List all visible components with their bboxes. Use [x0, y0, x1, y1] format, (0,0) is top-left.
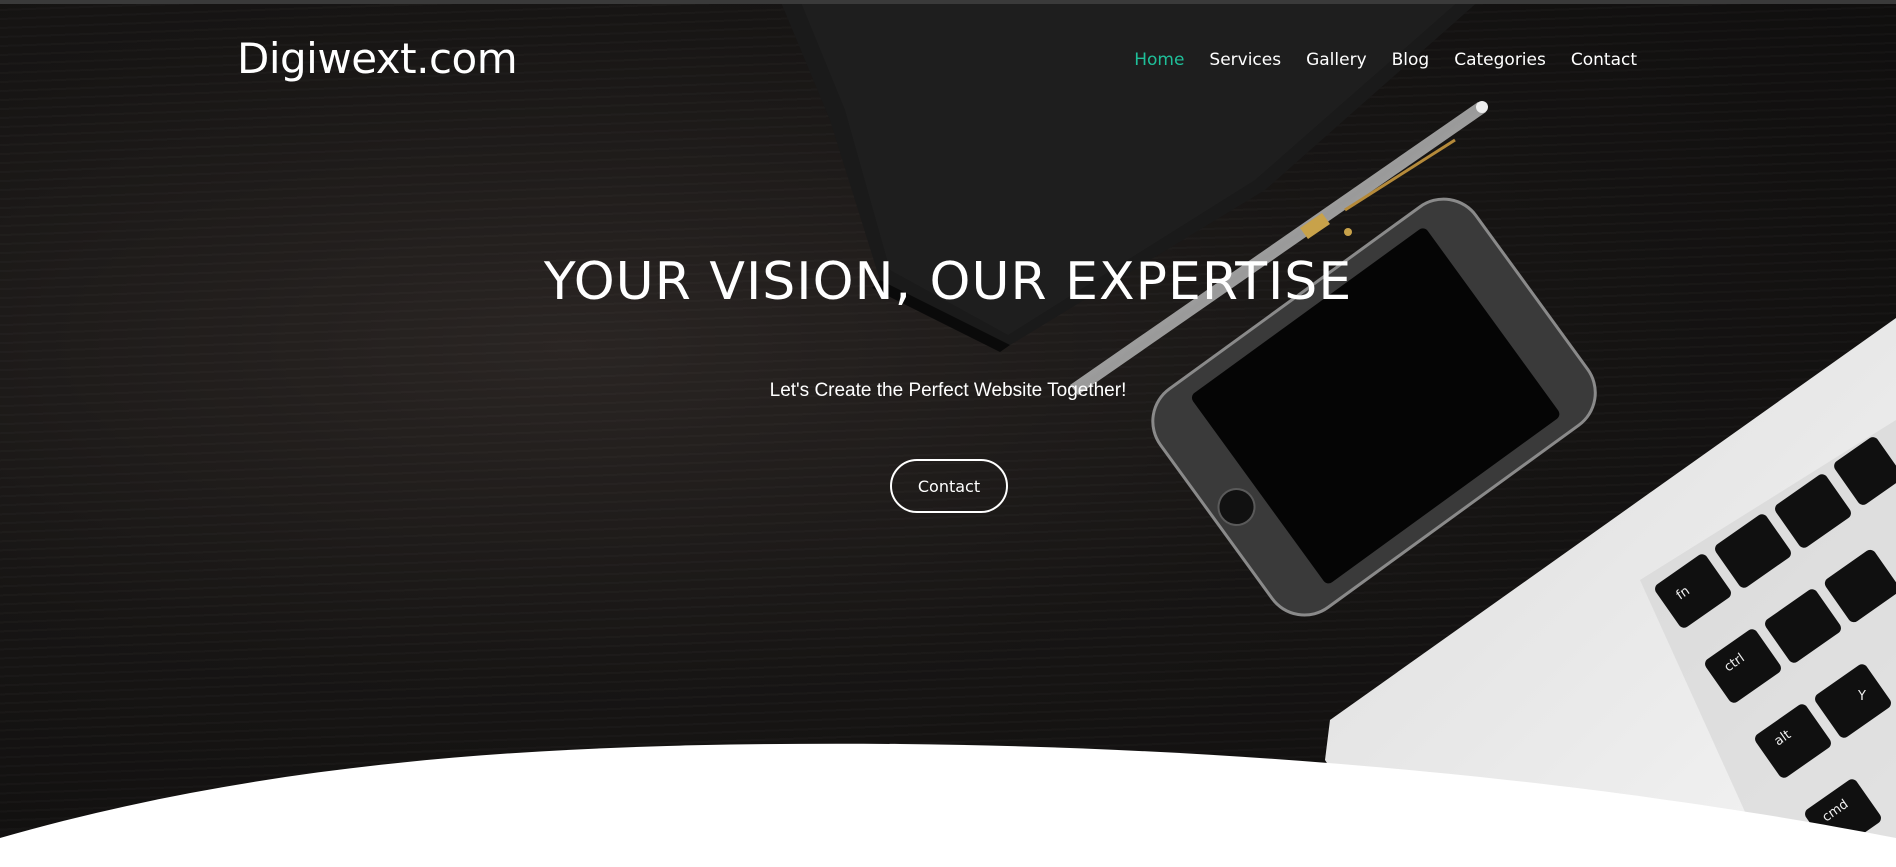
- hero-section: fn ctrl alt cmd Y: [0, 0, 1896, 867]
- hero-background-photo: fn ctrl alt cmd Y: [780, 0, 1896, 867]
- nav-item-gallery[interactable]: Gallery: [1306, 50, 1367, 70]
- nav-item-blog[interactable]: Blog: [1392, 50, 1430, 70]
- nav-item-home[interactable]: Home: [1134, 50, 1184, 70]
- phone-shape: [1151, 197, 1597, 617]
- nav-item-contact[interactable]: Contact: [1571, 50, 1637, 70]
- main-nav: Home Services Gallery Blog Categories Co…: [1134, 50, 1637, 70]
- hero-subheadline: Let's Create the Perfect Website Togethe…: [769, 380, 1127, 401]
- site-header: Digiwext.com Home Services Gallery Blog …: [0, 0, 1896, 110]
- laptop-key-label: Y: [1857, 689, 1866, 704]
- hero-headline: YOUR VISION, OUR EXPERTISE: [543, 252, 1353, 312]
- nav-item-categories[interactable]: Categories: [1454, 50, 1546, 70]
- nav-item-services[interactable]: Services: [1209, 50, 1281, 70]
- contact-button[interactable]: Contact: [890, 459, 1008, 513]
- site-logo[interactable]: Digiwext.com: [237, 34, 518, 83]
